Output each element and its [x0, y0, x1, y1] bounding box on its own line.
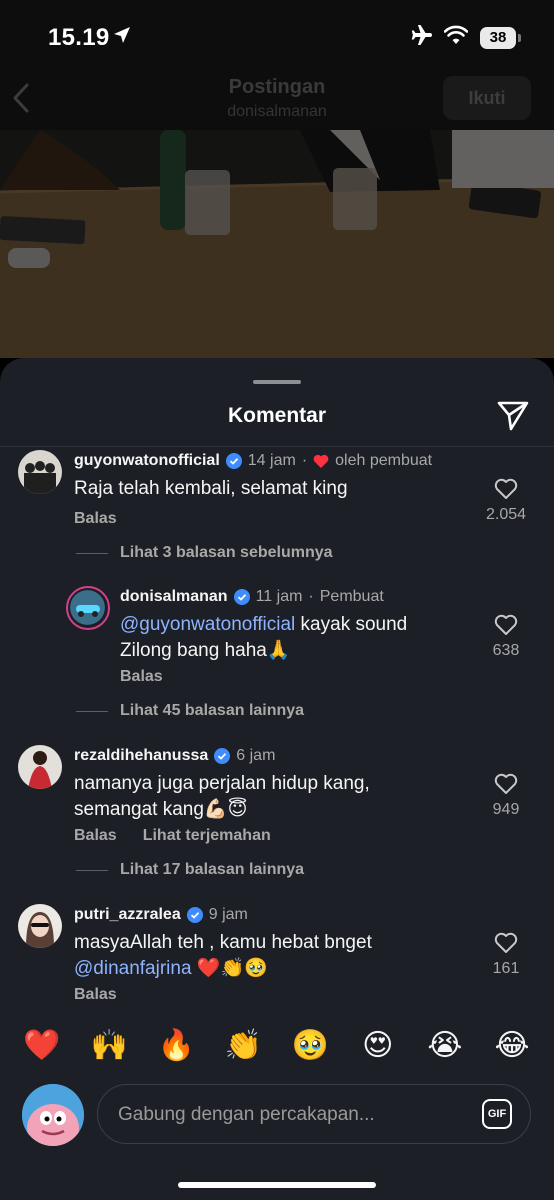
avatar[interactable] [18, 450, 62, 494]
username[interactable]: donisalmanan [120, 588, 228, 606]
location-arrow-icon [112, 25, 132, 50]
view-replies-label: Lihat 3 balasan sebelumnya [120, 544, 333, 561]
battery-icon: 38 [480, 26, 521, 49]
comment-text-part: masyaAllah teh , kamu hebat bnget [74, 932, 372, 953]
follow-button[interactable]: Ikuti [443, 76, 531, 120]
username[interactable]: guyonwatonofficial [74, 452, 220, 470]
status-bar: 15.19 38 [0, 0, 554, 70]
heart-filled-icon [313, 454, 329, 468]
view-replies-label: Lihat 17 balasan lainnya [120, 861, 305, 878]
emoji-bar: ❤️ 🙌 🔥 👏 🥹 😍 😭 😂 [0, 1020, 554, 1072]
divider [76, 710, 108, 712]
heart-outline-icon[interactable] [494, 614, 518, 636]
emoji-tears-of-joy[interactable]: 😂 [490, 1024, 534, 1068]
verified-badge-icon [214, 748, 231, 764]
emoji-heart[interactable]: ❤️ [20, 1024, 64, 1068]
comment-text: @guyonwatonofficial kayak sound Zilong b… [120, 612, 407, 664]
emoji-clap[interactable]: 👏 [221, 1024, 265, 1068]
avatar[interactable] [18, 904, 62, 948]
divider [0, 446, 554, 447]
airplane-icon [408, 24, 432, 51]
comment-time: 6 jam [236, 747, 276, 764]
reply-button[interactable]: Balas [74, 986, 117, 1004]
separator-dot: · [308, 588, 314, 605]
like-count: 638 [492, 642, 520, 659]
separator-dot: · [301, 452, 308, 469]
like-count: 949 [492, 801, 520, 818]
clock: 15.19 [48, 24, 110, 51]
comment-time: 14 jam [247, 452, 296, 469]
verified-badge-icon [225, 453, 242, 469]
reply-button[interactable]: Balas [120, 668, 163, 686]
comment-text-part: ❤️👏🥹 [191, 958, 268, 979]
liked-by-creator: oleh pembuat [335, 452, 433, 469]
view-replies-button[interactable]: Lihat 3 balasan sebelumnya [76, 544, 333, 562]
divider [76, 869, 108, 871]
sheet-grabber[interactable] [253, 380, 301, 384]
send-icon [497, 401, 529, 431]
comment-input-container: GIF [97, 1084, 531, 1145]
view-replies-label: Lihat 45 balasan lainnya [120, 702, 305, 719]
post-image [0, 130, 554, 358]
view-replies-button[interactable]: Lihat 17 balasan lainnya [76, 861, 304, 879]
comment-text-part: Zilong bang haha🙏 [120, 640, 291, 661]
comment-time: 9 jam [208, 906, 248, 923]
heart-outline-icon[interactable] [494, 932, 518, 954]
emoji-fire[interactable]: 🔥 [154, 1024, 198, 1068]
username[interactable]: rezaldihehanussa [74, 747, 208, 765]
heart-outline-icon[interactable] [494, 478, 518, 500]
gif-button[interactable]: GIF [482, 1099, 512, 1129]
mention-link[interactable]: @dinanfajrina [74, 958, 192, 979]
home-indicator[interactable] [178, 1182, 376, 1188]
comment-text: masyaAllah teh , kamu hebat bnget @dinan… [74, 930, 372, 982]
username[interactable]: putri_azzralea [74, 906, 181, 924]
avatar[interactable] [66, 586, 110, 630]
comment-input[interactable] [116, 1085, 460, 1145]
heart-outline-icon[interactable] [494, 773, 518, 795]
reply-button[interactable]: Balas [74, 510, 117, 528]
reply-button[interactable]: Balas [74, 827, 117, 845]
emoji-heart-eyes[interactable]: 😍 [356, 1024, 400, 1068]
sheet-title: Komentar [227, 404, 327, 427]
like-count: 2.054 [485, 506, 527, 523]
comment-text-part: namanya juga perjalan hidup kang, [74, 773, 370, 794]
translate-button[interactable]: Lihat terjemahan [143, 827, 271, 845]
comment-text-part: kayak sound [295, 614, 408, 635]
verified-badge-icon [233, 589, 250, 605]
comments-sheet: Komentar guyonwatonofficial 14 jam · ole… [0, 358, 554, 1200]
comment-text-part: semangat kang💪🏻😇 [74, 799, 248, 820]
share-button[interactable] [496, 398, 530, 432]
emoji-crying[interactable]: 😭 [423, 1024, 467, 1068]
view-replies-button[interactable]: Lihat 45 balasan lainnya [76, 702, 304, 720]
emoji-pleading[interactable]: 🥹 [289, 1024, 333, 1068]
avatar[interactable] [18, 745, 62, 789]
mention-link[interactable]: @guyonwatonofficial [120, 614, 295, 635]
post-header: Postingan donisalmanan Ikuti [0, 70, 554, 130]
emoji-raised-hands[interactable]: 🙌 [87, 1024, 131, 1068]
comment-time: 11 jam [255, 588, 303, 605]
comment-text: Raja telah kembali, selamat king [74, 478, 348, 499]
wifi-icon [443, 25, 469, 50]
comment-text: namanya juga perjalan hidup kang, semang… [74, 771, 370, 823]
creator-label: Pembuat [319, 588, 384, 605]
like-count: 161 [492, 960, 520, 977]
avatar [22, 1084, 84, 1146]
divider [76, 552, 108, 554]
verified-badge-icon [186, 907, 203, 923]
